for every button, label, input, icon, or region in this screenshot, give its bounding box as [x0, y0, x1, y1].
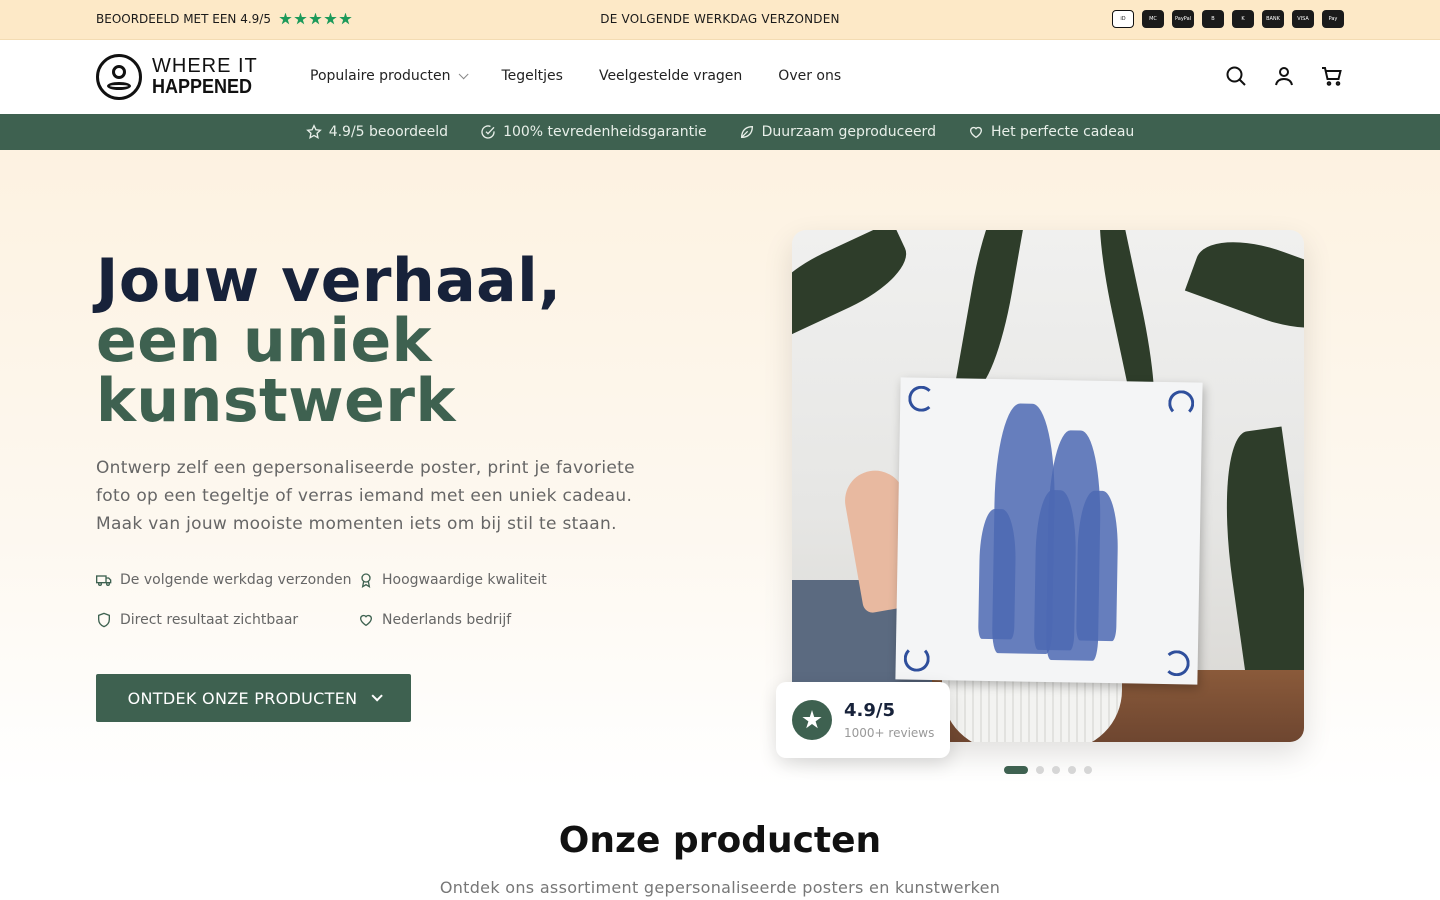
products-subtitle: Ontdek ons assortiment gepersonaliseerde…: [439, 878, 1001, 897]
trust-bar: 4.9/5 beoordeeld 100% tevredenheidsgaran…: [0, 114, 1440, 150]
rating-summary: BEOORDEELD MET EEN 4.9/5: [96, 12, 352, 26]
nav-over-ons[interactable]: Over ons: [778, 68, 841, 84]
bank-icon: BANK: [1262, 10, 1284, 28]
nav-label: Populaire producten: [310, 68, 451, 84]
star-icon: [324, 12, 337, 25]
paypal-icon: PayPal: [1172, 10, 1194, 28]
header-actions: [1224, 64, 1344, 88]
account-icon[interactable]: [1272, 64, 1296, 88]
carousel-dot[interactable]: [1004, 766, 1028, 774]
nav-tegeltjes[interactable]: Tegeltjes: [501, 68, 562, 84]
hero-section: Jouw verhaal, een uniek kunstwerk Ontwer…: [0, 150, 1440, 790]
trust-label: Duurzaam geproduceerd: [761, 124, 936, 140]
star-icon: [339, 12, 352, 25]
cta-label: ONTDEK ONZE PRODUCTEN: [127, 688, 358, 708]
logo-mark-icon: [96, 54, 142, 100]
delft-tile: [895, 377, 1203, 685]
trust-label: 100% tevredenheidsgarantie: [503, 124, 707, 140]
feature-label: Direct resultaat zichtbaar: [120, 612, 299, 628]
star-icon: [294, 12, 307, 25]
chevron-down-icon: [459, 68, 470, 79]
feature-label: Hoogwaardige kwaliteit: [382, 572, 547, 588]
apple-pay-icon: Pay: [1322, 10, 1344, 28]
carousel-dots: [1004, 766, 1092, 774]
main-nav: Populaire producten Tegeltjes Veelgestel…: [310, 68, 841, 84]
discover-products-button[interactable]: ONTDEK ONZE PRODUCTEN: [96, 674, 411, 722]
trust-label: 4.9/5 beoordeeld: [328, 124, 449, 140]
payment-methods: iD MC PayPal B K BANK VISA Pay: [1112, 10, 1344, 28]
visa-icon: VISA: [1292, 10, 1314, 28]
shield-icon: [98, 612, 110, 628]
heart-icon: [969, 126, 982, 139]
heart-icon: [359, 614, 373, 627]
cart-icon[interactable]: [1320, 64, 1344, 88]
hero-product-image: [792, 230, 1304, 742]
hero-features: De volgende werkdag verzonden Hoogwaardi…: [96, 570, 616, 630]
truck-icon: [96, 575, 112, 586]
star-icon: [309, 12, 322, 25]
logo-text-bottom: HAPPENED: [152, 76, 253, 98]
star-icon: [279, 12, 292, 25]
logo-text-top: WHERE IT: [152, 55, 258, 77]
feature-quality: Hoogwaardige kwaliteit: [358, 570, 598, 590]
trust-item-sustainable: Duurzaam geproduceerd: [739, 124, 936, 140]
carousel-dot[interactable]: [1052, 766, 1060, 774]
logo[interactable]: WHERE IT HAPPENED: [96, 54, 263, 100]
trust-item-rating: 4.9/5 beoordeeld: [305, 124, 449, 140]
review-score: 4.9/5: [844, 700, 895, 721]
site-header: WHERE IT HAPPENED Populaire producten Te…: [0, 40, 1440, 114]
chevron-down-icon: [371, 690, 384, 702]
bancontact-icon: B: [1202, 10, 1224, 28]
review-card: 4.9/5 1000+ reviews: [776, 682, 950, 758]
check-circle-icon: [481, 125, 495, 139]
star-outline-icon: [305, 124, 322, 139]
feature-label: De volgende werkdag verzonden: [120, 572, 352, 588]
carousel-dot[interactable]: [1036, 766, 1044, 774]
ideal-icon: iD: [1112, 10, 1134, 28]
feature-label: Nederlands bedrijf: [382, 612, 512, 628]
announcement-bar: BEOORDEELD MET EEN 4.9/5 DE VOLGENDE WER…: [0, 0, 1440, 40]
mastercard-icon: MC: [1142, 10, 1164, 28]
carousel-dot[interactable]: [1068, 766, 1076, 774]
nav-veelgestelde-vragen[interactable]: Veelgestelde vragen: [599, 68, 742, 84]
trust-label: Het perfecte cadeau: [990, 124, 1135, 140]
trust-item-gift: Het perfecte cadeau: [968, 124, 1134, 140]
feature-preview: Direct resultaat zichtbaar: [96, 610, 358, 630]
star-badge-icon: [792, 700, 832, 740]
carousel-dot[interactable]: [1084, 766, 1092, 774]
leaf-icon: [740, 125, 753, 139]
feature-dutch: Nederlands bedrijf: [358, 610, 598, 630]
hero-title-line1: Jouw verhaal,: [96, 246, 562, 316]
products-title: Onze producten: [558, 820, 882, 861]
hero-lead: Ontwerp zelf een gepersonaliseerde poste…: [96, 458, 635, 534]
klarna-icon: K: [1232, 10, 1254, 28]
trust-item-guarantee: 100% tevredenheidsgarantie: [480, 124, 707, 140]
search-icon[interactable]: [1224, 64, 1248, 88]
award-icon: [361, 573, 371, 588]
nav-populaire-producten[interactable]: Populaire producten: [310, 68, 470, 84]
hero-title-line2: een uniek kunstwerk: [96, 306, 456, 436]
rating-stars: [279, 12, 352, 26]
feature-shipping: De volgende werkdag verzonden: [96, 570, 358, 590]
rating-text: BEOORDEELD MET EEN 4.9/5: [96, 12, 271, 26]
review-count: 1000+ reviews: [844, 726, 935, 740]
